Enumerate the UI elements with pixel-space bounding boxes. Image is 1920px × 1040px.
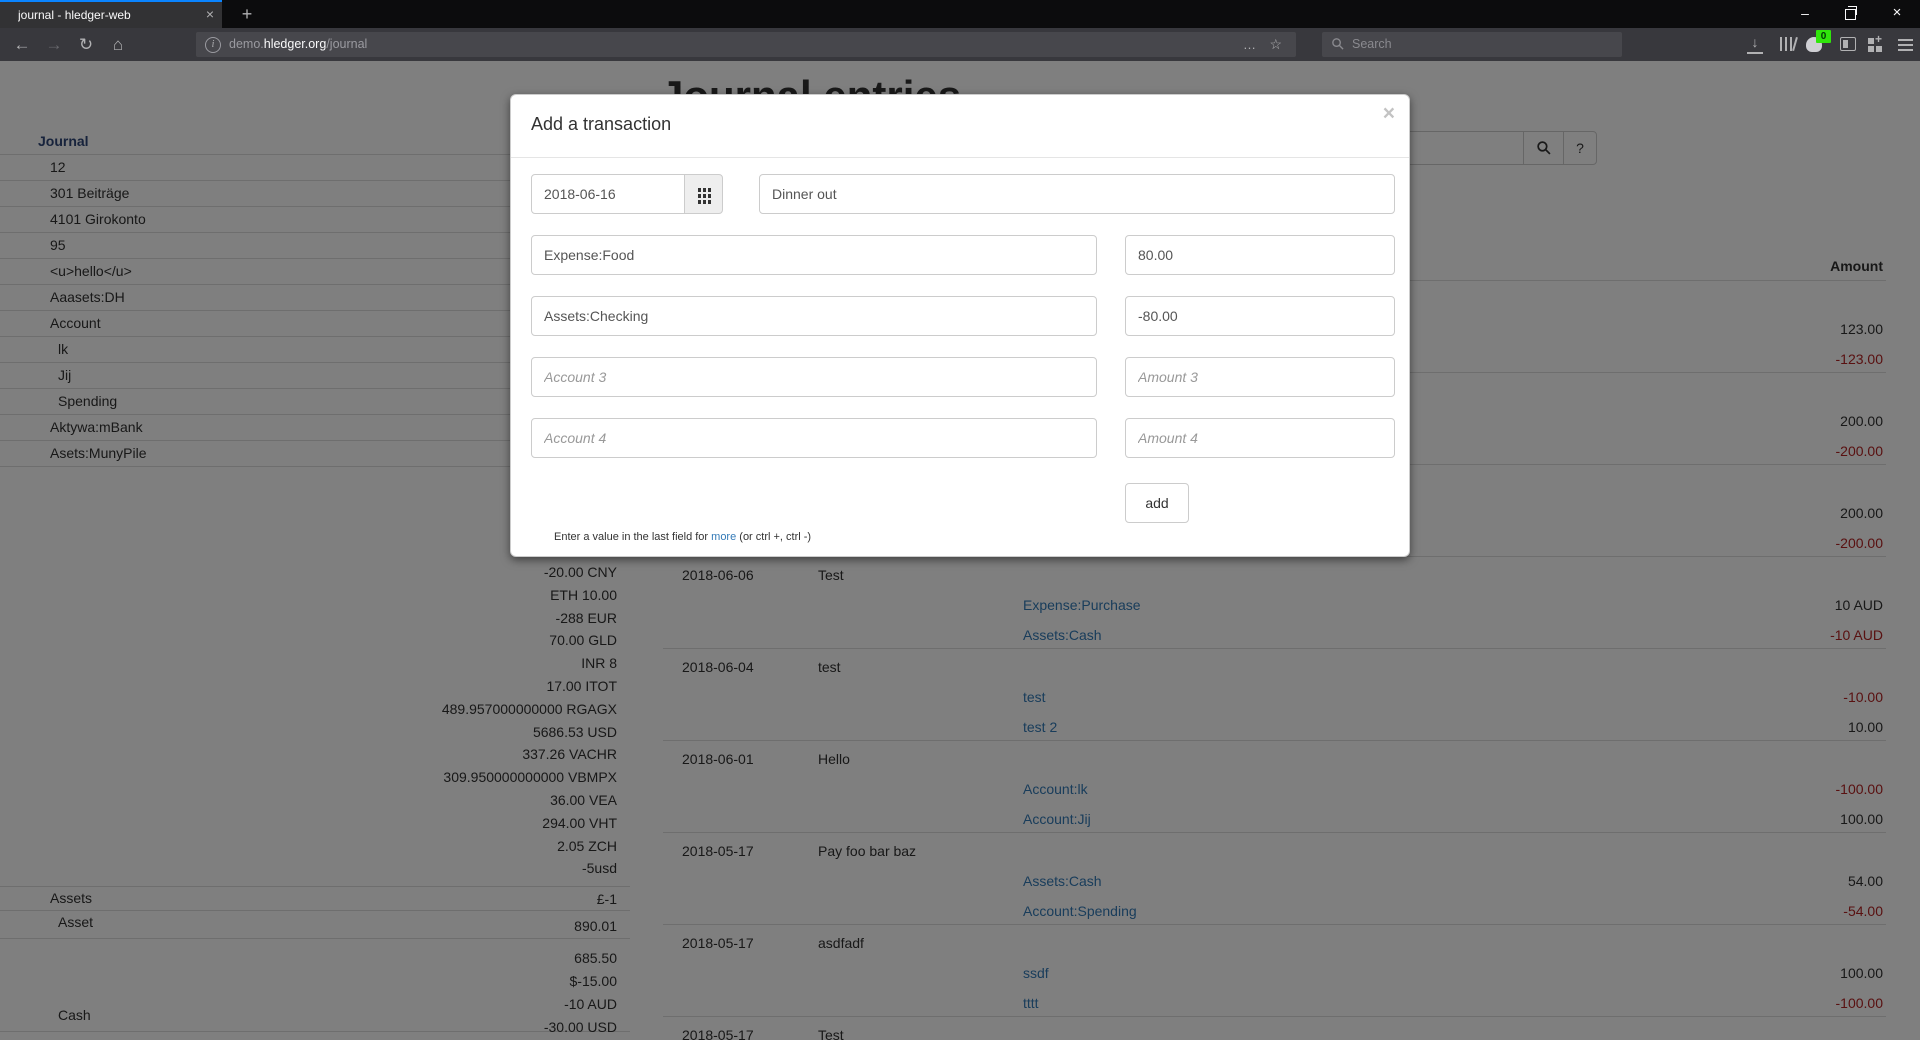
bookmark-star-icon[interactable]: ☆ — [1269, 36, 1282, 53]
calendar-grid-icon — [698, 188, 701, 192]
new-tab-button[interactable]: + — [234, 2, 260, 26]
transaction-description-input[interactable] — [759, 174, 1395, 214]
extension-badge: 0 — [1816, 30, 1831, 43]
url-text: demo.hledger.org/journal — [229, 37, 367, 51]
browser-search-placeholder: Search — [1352, 37, 1392, 51]
forward-button[interactable]: → — [38, 28, 70, 61]
url-domain: hledger.org — [264, 37, 327, 51]
modal-amount-input[interactable] — [1125, 418, 1395, 458]
reload-button[interactable]: ↻ — [70, 28, 102, 61]
search-icon — [1331, 37, 1344, 55]
home-button[interactable]: ⌂ — [102, 28, 134, 61]
window-restore-button[interactable] — [1828, 0, 1874, 28]
modal-account-input[interactable] — [531, 418, 1097, 458]
add-transaction-modal: Add a transaction × add Enter a value in… — [510, 94, 1410, 557]
browser-tab[interactable]: journal - hledger-web × — [0, 0, 222, 28]
url-bar[interactable]: i demo.hledger.org/journal … ☆ — [196, 32, 1296, 57]
hint-prefix: Enter a value in the last field for — [554, 531, 711, 543]
page-viewport: Journal entries Journal 12301 Beiträge41… — [0, 61, 1920, 1040]
window-close-button[interactable]: × — [1874, 0, 1920, 28]
tab-close-icon[interactable]: × — [206, 6, 214, 22]
modal-header: Add a transaction × — [511, 95, 1409, 158]
modal-account-input[interactable] — [531, 357, 1097, 397]
hint-more-link[interactable]: more — [711, 531, 736, 543]
page-actions-icon[interactable]: … — [1243, 37, 1256, 52]
browser-titlebar: journal - hledger-web × + – × — [0, 0, 1920, 28]
window-minimize-button[interactable]: – — [1782, 0, 1828, 28]
tab-title: journal - hledger-web — [18, 8, 131, 22]
date-picker-button[interactable] — [684, 174, 723, 214]
back-button[interactable]: ← — [6, 28, 38, 61]
downloads-icon[interactable]: ↓ — [1747, 34, 1763, 54]
add-button[interactable]: add — [1125, 483, 1189, 523]
modal-title: Add a transaction — [531, 114, 671, 135]
transaction-date-input[interactable] — [531, 174, 685, 214]
sidebar-toggle-icon[interactable] — [1840, 37, 1856, 51]
window-restore-icon — [1845, 9, 1856, 20]
extensions-grid-icon[interactable] — [1868, 38, 1874, 44]
modal-close-icon[interactable]: × — [1383, 103, 1395, 124]
library-icon[interactable] — [1780, 37, 1782, 51]
browser-toolbar: ← → ↻ ⌂ i demo.hledger.org/journal … ☆ S… — [0, 28, 1920, 61]
hint-suffix: (or ctrl +, ctrl -) — [736, 531, 811, 543]
modal-hint: Enter a value in the last field for more… — [554, 531, 811, 543]
modal-account-input[interactable] — [531, 296, 1097, 336]
active-tab-stripe — [0, 0, 222, 2]
modal-amount-input[interactable] — [1125, 296, 1395, 336]
modal-amount-input[interactable] — [1125, 357, 1395, 397]
browser-search-bar[interactable]: Search — [1322, 32, 1622, 57]
modal-amount-input[interactable] — [1125, 235, 1395, 275]
modal-account-input[interactable] — [531, 235, 1097, 275]
menu-hamburger-icon[interactable] — [1898, 39, 1913, 41]
url-prefix: demo. — [229, 37, 264, 51]
url-path: /journal — [326, 37, 367, 51]
browser-window: journal - hledger-web × + – × ← → ↻ ⌂ i … — [0, 0, 1920, 1040]
site-info-icon[interactable]: i — [205, 37, 221, 53]
